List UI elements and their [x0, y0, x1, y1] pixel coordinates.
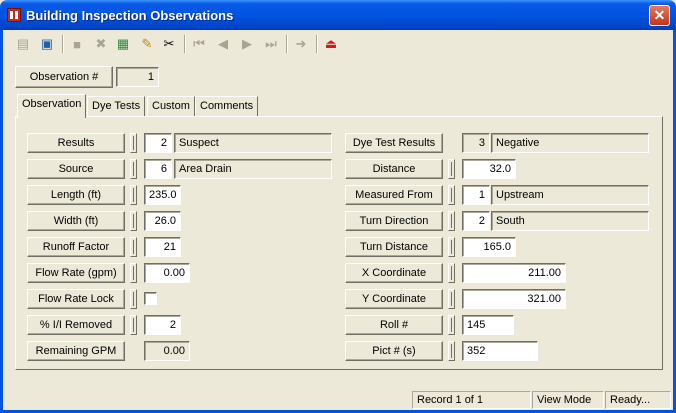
turn-direction-description: South [491, 211, 649, 231]
measured-from-grip[interactable] [448, 185, 455, 205]
toolbar-separator [184, 35, 186, 53]
results-lookup-grip[interactable] [130, 133, 137, 153]
runoff-factor-button[interactable]: Runoff Factor [27, 237, 125, 257]
roll-number-button[interactable]: Roll # [345, 315, 443, 335]
tab-custom[interactable]: Custom [147, 96, 195, 117]
record-position: Record 1 of 1 [412, 391, 531, 409]
results-description: Suspect [174, 133, 332, 153]
goto-icon[interactable]: ➜ [290, 33, 312, 55]
flow-rate-lock-grip[interactable] [130, 289, 137, 309]
status-ready: Ready... [605, 391, 671, 409]
source-lookup-grip[interactable] [130, 159, 137, 179]
measured-from-description: Upstream [491, 185, 649, 205]
y-coordinate-field[interactable]: 321.00 [462, 289, 566, 309]
save-icon[interactable]: ■ [66, 33, 88, 55]
edit-pencil-icon[interactable]: ✎ [136, 33, 158, 55]
pict-number-button[interactable]: Pict # (s) [345, 341, 443, 361]
flow-rate-lock-button[interactable]: Flow Rate Lock [27, 289, 125, 309]
flow-rate-lock-checkbox[interactable] [144, 292, 157, 305]
x-coordinate-button[interactable]: X Coordinate [345, 263, 443, 283]
dye-test-results-code: 3 [462, 133, 490, 153]
delete-icon[interactable]: ✖ [90, 33, 112, 55]
tab-dye-tests[interactable]: Dye Tests [87, 96, 146, 117]
flow-rate-field[interactable]: 0.00 [144, 263, 190, 283]
toolbar: ▤ ▣ ■ ✖ ▦ ✎ ✂ ⏮ ◀ ▶ ⏭ ➜ ⏏ [8, 33, 668, 57]
turn-direction-button[interactable]: Turn Direction [345, 211, 443, 231]
runoff-factor-field[interactable]: 21 [144, 237, 181, 257]
width-button[interactable]: Width (ft) [27, 211, 125, 231]
length-grip[interactable] [130, 185, 137, 205]
observation-number-value: 1 [116, 67, 159, 87]
dye-test-results-button[interactable]: Dye Test Results [345, 133, 443, 153]
distance-field[interactable]: 32.0 [462, 159, 516, 179]
roll-number-field[interactable]: 145 [462, 315, 514, 335]
width-grip[interactable] [130, 211, 137, 231]
title-bar[interactable]: Building Inspection Observations ✕ [0, 0, 676, 30]
toolbar-separator [286, 35, 288, 53]
flow-rate-button[interactable]: Flow Rate (gpm) [27, 263, 125, 283]
first-record-icon[interactable]: ⏮ [188, 33, 210, 55]
turn-distance-button[interactable]: Turn Distance [345, 237, 443, 257]
measured-from-button[interactable]: Measured From [345, 185, 443, 205]
tab-observation[interactable]: Observation [17, 94, 87, 118]
length-field[interactable]: 235.0 [144, 185, 181, 205]
remaining-gpm-value: 0.00 [144, 341, 190, 361]
pict-number-grip[interactable] [448, 341, 455, 361]
pict-number-field[interactable]: 352 [462, 341, 538, 361]
turn-direction-code-field[interactable]: 2 [462, 211, 490, 231]
turn-distance-grip[interactable] [448, 237, 455, 257]
window-title: Building Inspection Observations [26, 8, 234, 23]
exit-icon[interactable]: ⏏ [320, 33, 342, 55]
results-code-field[interactable]: 2 [144, 133, 172, 153]
status-bar: Record 1 of 1 View Mode Ready... [3, 389, 673, 410]
app-icon [7, 8, 21, 22]
source-code-field[interactable]: 6 [144, 159, 172, 179]
y-coordinate-button[interactable]: Y Coordinate [345, 289, 443, 309]
observation-number-button[interactable]: Observation # [15, 66, 113, 88]
toolbar-separator [62, 35, 64, 53]
open-record-icon[interactable]: ▣ [36, 33, 58, 55]
ii-removed-field[interactable]: 2 [144, 315, 181, 335]
distance-button[interactable]: Distance [345, 159, 443, 179]
turn-direction-grip[interactable] [448, 211, 455, 231]
close-button[interactable]: ✕ [649, 5, 670, 26]
y-coordinate-grip[interactable] [448, 289, 455, 309]
x-coordinate-field[interactable]: 211.00 [462, 263, 566, 283]
cut-icon[interactable]: ✂ [158, 33, 180, 55]
results-button[interactable]: Results [27, 133, 125, 153]
length-button[interactable]: Length (ft) [27, 185, 125, 205]
distance-grip[interactable] [448, 159, 455, 179]
turn-distance-field[interactable]: 165.0 [462, 237, 516, 257]
toolbar-separator [316, 35, 318, 53]
x-coordinate-grip[interactable] [448, 263, 455, 283]
ii-removed-button[interactable]: % I/I Removed [27, 315, 125, 335]
runoff-factor-grip[interactable] [130, 237, 137, 257]
stack-icon[interactable]: ▦ [112, 33, 134, 55]
ii-removed-grip[interactable] [130, 315, 137, 335]
prev-record-icon[interactable]: ◀ [212, 33, 234, 55]
copy-icon[interactable]: ▤ [12, 33, 34, 55]
remaining-gpm-button[interactable]: Remaining GPM [27, 341, 125, 361]
flow-rate-grip[interactable] [130, 263, 137, 283]
dye-test-results-description: Negative [491, 133, 649, 153]
next-record-icon[interactable]: ▶ [236, 33, 258, 55]
measured-from-code-field[interactable]: 1 [462, 185, 490, 205]
source-button[interactable]: Source [27, 159, 125, 179]
width-field[interactable]: 26.0 [144, 211, 181, 231]
tab-comments[interactable]: Comments [195, 96, 259, 117]
last-record-icon[interactable]: ⏭ [260, 33, 282, 55]
view-mode: View Mode [532, 391, 604, 409]
roll-number-grip[interactable] [448, 315, 455, 335]
source-description: Area Drain [174, 159, 332, 179]
